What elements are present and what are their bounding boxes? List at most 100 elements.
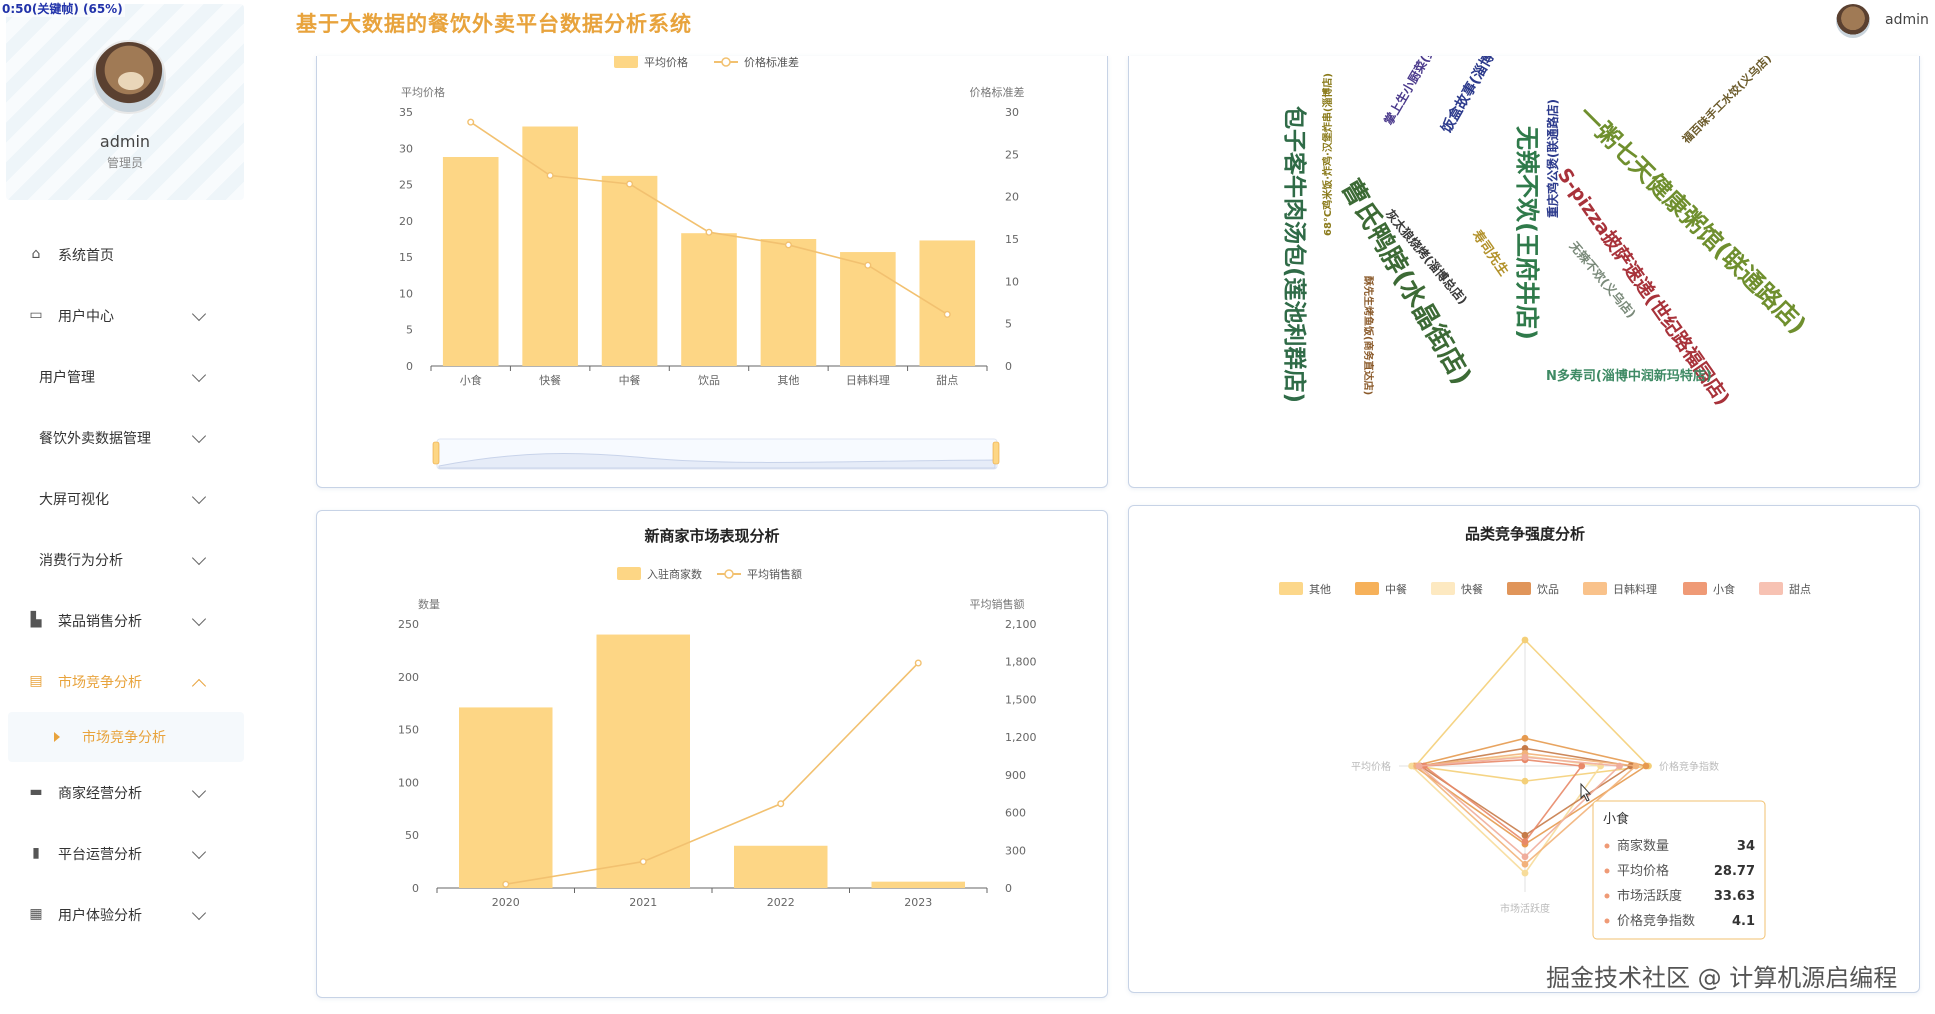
bag-icon: ▙ — [30, 612, 42, 628]
line-point — [864, 261, 872, 269]
submenu-item-market-competition[interactable]: 市场竞争分析 — [8, 712, 244, 762]
tooltip-row-value: 4.1 — [1732, 914, 1755, 929]
y-axis-right-label: 价格标准差 — [970, 85, 1025, 99]
radar-point — [1415, 762, 1423, 770]
y-left-tick-label: 150 — [398, 724, 419, 737]
legend-label: 平均销售额 — [747, 567, 802, 581]
wordcloud-word: 无辣不欢(王府井店) — [1513, 126, 1541, 340]
bar — [442, 156, 499, 366]
profile-role: 管理员 — [106, 156, 143, 170]
line-point — [705, 228, 713, 236]
y-right-tick-label: 0 — [1005, 882, 1012, 895]
datazoom-handle-left — [432, 441, 440, 465]
x-tick-label: 2020 — [492, 896, 520, 909]
grid-icon: ▦ — [29, 906, 43, 922]
chevron-down-icon — [191, 550, 207, 566]
chevron-down-icon — [191, 306, 207, 322]
menu-item-data-management[interactable]: 餐饮外卖数据管理 — [0, 407, 250, 468]
x-tick-label: 2021 — [629, 896, 657, 909]
legend-swatch-bar — [617, 567, 641, 580]
legend-swatch — [1507, 582, 1531, 595]
line-point — [784, 241, 792, 249]
chevron-up-icon — [191, 678, 207, 694]
menu-item-dish-sales[interactable]: ▙ 菜品销售分析 — [0, 590, 250, 651]
y-left-tick-label: 30 — [399, 142, 413, 155]
wordcloud-word: 酥先生烤鱼饭(商务直达店) — [1362, 276, 1375, 395]
caret-right-icon — [54, 732, 60, 742]
radar-point — [1521, 869, 1529, 877]
x-tick-label: 2023 — [904, 896, 932, 909]
legend-label: 平均价格 — [644, 56, 688, 69]
legend-label: 快餐 — [1461, 582, 1483, 596]
legend-label: 小食 — [1713, 582, 1735, 596]
radar-axis-label: 价格竞争指数 — [1659, 760, 1719, 773]
line-point — [943, 310, 951, 318]
avatar[interactable] — [92, 40, 166, 114]
line-series — [505, 662, 919, 886]
menu-item-label: 大屏可视化 — [39, 491, 109, 508]
y-axis-left-label: 平均价格 — [401, 85, 445, 99]
menu-item-market-competition[interactable]: ▤ 市场竞争分析 — [0, 651, 250, 712]
y-right-tick-label: 1,800 — [1005, 656, 1037, 669]
y-right-tick-label: 5 — [1005, 318, 1012, 331]
sidebar: admin 管理员 0:50(关键帧) (65%) ⌂ 系统首页 ▭ 用户中心 … — [0, 0, 250, 1014]
card-icon: ▭ — [29, 307, 43, 323]
y-right-tick-label: 1,500 — [1005, 693, 1037, 706]
clipboard-icon: ▤ — [29, 673, 43, 689]
app-root: admin 管理员 0:50(关键帧) (65%) ⌂ 系统首页 ▭ 用户中心 … — [0, 0, 1935, 1014]
y-right-tick-label: 300 — [1005, 844, 1026, 857]
menu-item-platform-ops[interactable]: ▮ 平台运营分析 — [0, 823, 250, 884]
datazoom-handle-right — [992, 441, 1000, 465]
chart-title: 新商家市场表现分析 — [644, 527, 779, 545]
tooltip-marker — [1604, 893, 1610, 899]
watermark: 掘金技术社区 @ 计算机源启编程 — [1546, 964, 1898, 992]
x-tick-label: 小食 — [460, 373, 482, 387]
header-username[interactable]: admin — [1885, 12, 1929, 28]
menu-item-home[interactable]: ⌂ 系统首页 — [0, 224, 250, 285]
line-point — [546, 171, 554, 179]
menu-item-consumption[interactable]: 消费行为分析 — [0, 529, 250, 590]
radar-point — [1521, 636, 1529, 644]
y-right-tick-label: 2,100 — [1005, 618, 1037, 631]
menu-item-user-center[interactable]: ▭ 用户中心 — [0, 285, 250, 346]
sidebar-menu: ⌂ 系统首页 ▭ 用户中心 用户管理 餐饮外卖数据管理 大屏可视化 消费行为分析… — [0, 224, 250, 945]
y-axis-right-label: 平均销售额 — [970, 597, 1025, 611]
chevron-down-icon — [191, 783, 207, 799]
legend-label: 入驻商家数 — [647, 567, 702, 581]
price-chart-panel: 平均价格 价格标准差 平均价格 价格标准差 0 5 10 15 20 25 30 35 0 5 10 15 20… — [316, 55, 1108, 488]
submenu-item-label: 市场竞争分析 — [82, 730, 166, 746]
x-tick-label: 其他 — [777, 374, 799, 387]
legend-swatch-marker — [721, 57, 731, 67]
tooltip-marker — [1604, 843, 1610, 849]
y-left-tick-label: 250 — [398, 618, 419, 631]
merchant-wordcloud: 包子客牛肉汤包(莲池利群店) 曹氏鸭脖(水晶街店) 无辣不欢(王府井店) 一粥七天健康… — [1281, 7, 1812, 410]
new-merchant-chart-panel: 新商家市场表现分析 入驻商家数 平均销售额 数量 平均销售额 0 50 100 150 200 25… — [316, 510, 1108, 998]
wordcloud-word: 重庆鸡公煲(联通路店) — [1545, 99, 1560, 218]
radar-point — [1616, 762, 1623, 770]
legend-label: 日韩料理 — [1613, 582, 1657, 596]
menu-item-merchant-ops[interactable]: ▬ 商家经营分析 — [0, 762, 250, 823]
radar-point — [1642, 762, 1650, 770]
chevron-down-icon — [191, 905, 207, 921]
radar-point — [1521, 777, 1529, 785]
menu-item-user-experience[interactable]: ▦ 用户体验分析 — [0, 884, 250, 945]
y-left-tick-label: 200 — [398, 671, 419, 684]
y-left-tick-label: 5 — [406, 324, 413, 337]
y-right-tick-label: 10 — [1005, 275, 1019, 288]
menu-item-big-screen[interactable]: 大屏可视化 — [0, 468, 250, 529]
tooltip-row-value: 28.77 — [1714, 864, 1755, 879]
menu-item-label: 市场竞争分析 — [58, 674, 142, 691]
header-avatar[interactable] — [1836, 4, 1870, 38]
y-right-tick-label: 30 — [1005, 106, 1019, 119]
legend-label: 甜点 — [1789, 583, 1811, 596]
legend-label: 饮品 — [1537, 583, 1559, 596]
chevron-down-icon — [191, 367, 207, 383]
y-left-tick-label: 35 — [399, 106, 413, 119]
bar — [840, 252, 896, 366]
y-right-tick-label: 900 — [1005, 769, 1026, 782]
bar — [459, 707, 553, 888]
monitor-icon: ▬ — [29, 784, 43, 800]
price-chart: 平均价格 价格标准差平均价格 价格标准差0510152025303505101520… — [399, 55, 1025, 470]
chart-title: 品类竞争强度分析 — [1465, 525, 1585, 543]
menu-item-user-management[interactable]: 用户管理 — [0, 346, 250, 407]
